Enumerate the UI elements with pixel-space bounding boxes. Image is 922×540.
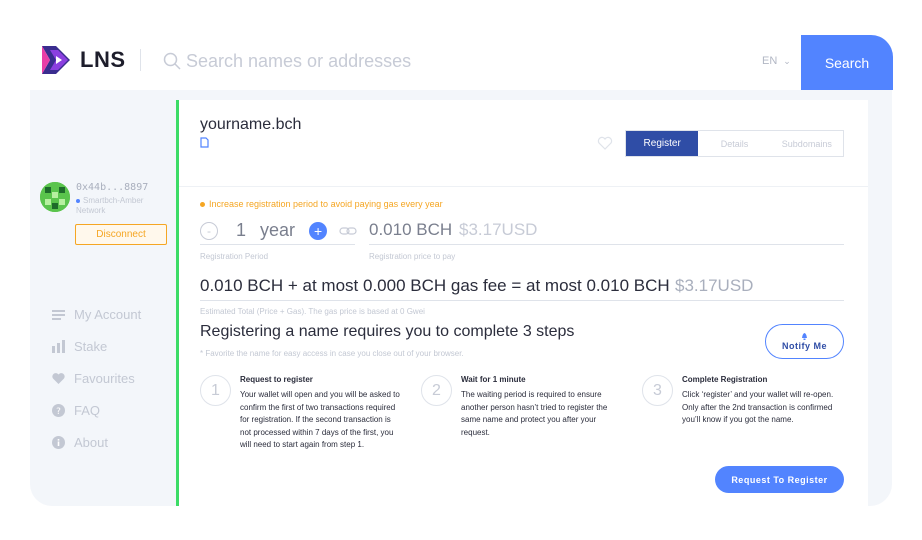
- svg-text:?: ?: [56, 407, 61, 417]
- tab-bar: Register Details Subdomains: [625, 130, 844, 157]
- steps-heading: Registering a name requires you to compl…: [200, 323, 575, 340]
- step-description: Your wallet will open and you will be as…: [240, 390, 400, 449]
- step-title: Wait for 1 minute: [461, 375, 526, 384]
- warning-dot-icon: [200, 201, 205, 207]
- sidebar-nav: My Account Stake Favourites ? FAQ About: [52, 298, 141, 458]
- period-value: 1: [236, 220, 247, 240]
- sidebar-item-label: Stake: [74, 338, 108, 354]
- link-icon: [339, 226, 357, 235]
- tab-subdomains[interactable]: Subdomains: [771, 131, 843, 156]
- disconnect-button[interactable]: Disconnect: [75, 224, 167, 245]
- top-bar: LNS EN ⌄ Search: [0, 0, 922, 90]
- increase-period-button[interactable]: +: [309, 221, 328, 240]
- network-label: Smartbch-Amber Network: [76, 196, 156, 216]
- steps-note: * Favorite the name for easy access in c…: [200, 349, 464, 358]
- search-input[interactable]: [186, 48, 686, 74]
- bar-chart-icon: [52, 339, 65, 353]
- sidebar-item-label: FAQ: [74, 402, 101, 418]
- divider: [140, 49, 141, 71]
- step-title: Request to register: [240, 375, 313, 384]
- page-title: yourname.bch: [200, 116, 302, 133]
- divider: [369, 244, 844, 245]
- decrease-period-button[interactable]: -: [200, 221, 218, 240]
- list-icon: [52, 309, 65, 320]
- tab-register[interactable]: Register: [626, 131, 699, 156]
- price-label: Registration price to pay: [369, 252, 456, 261]
- logo-text: LNS: [80, 47, 126, 72]
- notify-me-label: Notify Me: [782, 340, 827, 351]
- notify-me-button[interactable]: Notify Me: [765, 324, 844, 359]
- logo[interactable]: LNS: [40, 44, 126, 76]
- registration-price: 0.010 BCH: [369, 220, 453, 239]
- sidebar-item-label: About: [74, 434, 108, 450]
- network-status-dot: [76, 198, 80, 203]
- warning-text: Increase registration period to avoid pa…: [209, 199, 443, 209]
- divider: [179, 186, 868, 187]
- step-number: 1: [200, 375, 231, 406]
- period-unit: year: [260, 220, 296, 240]
- status-accent-bar: [176, 100, 179, 506]
- info-icon: [52, 435, 65, 449]
- step-number: 3: [642, 375, 673, 406]
- tab-details[interactable]: Details: [698, 131, 770, 156]
- bell-icon: [802, 332, 807, 340]
- period-label: Registration Period: [200, 252, 269, 261]
- sidebar-item-label: Favourites: [74, 370, 135, 386]
- warning-notice: Increase registration period to avoid pa…: [200, 199, 443, 209]
- favourite-heart-icon[interactable]: [597, 136, 613, 150]
- divider: [200, 244, 355, 245]
- estimated-total: 0.010 BCH + at most 0.000 BCH gas fee = …: [200, 276, 670, 295]
- network-name: Smartbch-Amber Network: [76, 196, 144, 215]
- divider: [200, 300, 844, 301]
- period-stepper: - 1 year +: [200, 220, 357, 241]
- step-number: 2: [421, 375, 452, 406]
- chevron-down-icon: ⌄: [783, 55, 791, 66]
- sidebar-item-favourites[interactable]: Favourites: [52, 362, 141, 394]
- estimated-total-usd: $3.17USD: [675, 276, 754, 295]
- step-description: The waiting period is required to ensure…: [461, 390, 608, 437]
- step-title: Complete Registration: [682, 375, 768, 384]
- sidebar-item-about[interactable]: About: [52, 426, 141, 458]
- request-to-register-button[interactable]: Request To Register: [715, 466, 844, 493]
- search-icon: [163, 52, 181, 70]
- sidebar-item-faq[interactable]: ? FAQ: [52, 394, 141, 426]
- lns-logo-icon: [42, 46, 70, 74]
- identicon-icon: [40, 182, 70, 212]
- copy-icon[interactable]: [200, 137, 209, 148]
- step-description: Click ‘register’ and your wallet will re…: [682, 390, 834, 424]
- estimate-note: Estimated Total (Price + Gas). The gas p…: [200, 307, 425, 316]
- registration-price-usd: $3.17USD: [459, 220, 538, 239]
- wallet-address: 0x44b...8897: [76, 182, 149, 193]
- language-selector[interactable]: EN ⌄: [762, 55, 791, 67]
- sidebar-item-label: My Account: [74, 306, 142, 322]
- language-label: EN: [762, 55, 778, 67]
- sidebar-item-my-account[interactable]: My Account: [52, 298, 141, 330]
- sidebar-item-stake[interactable]: Stake: [52, 330, 141, 362]
- search-button[interactable]: Search: [801, 35, 893, 90]
- avatar: [40, 182, 70, 212]
- heart-icon: [52, 372, 65, 384]
- question-icon: ?: [52, 403, 65, 417]
